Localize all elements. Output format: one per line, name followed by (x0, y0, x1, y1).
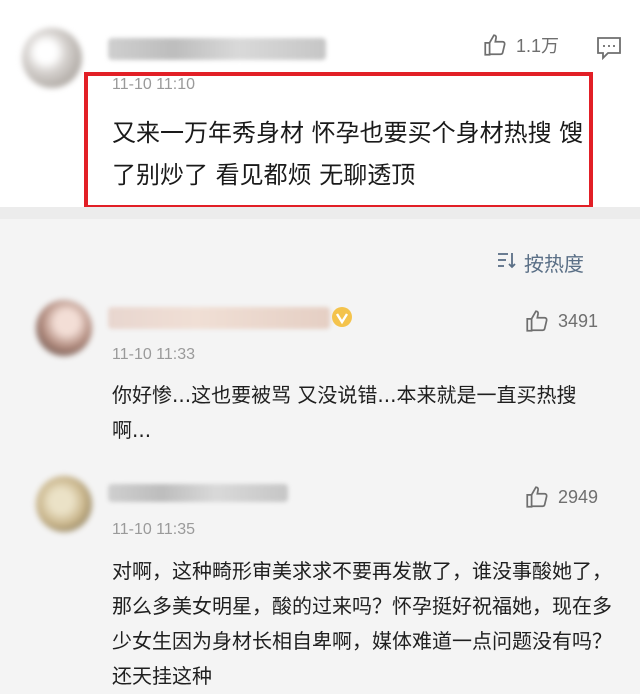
vip-badge-icon (330, 305, 354, 333)
like-button[interactable]: 3491 (524, 308, 598, 334)
comment-reply-icon[interactable] (596, 36, 622, 64)
like-count: 3491 (558, 310, 599, 331)
avatar[interactable] (36, 476, 92, 532)
thumbs-up-icon (524, 308, 550, 334)
username-blurred[interactable] (108, 38, 326, 60)
like-button[interactable]: 2949 (524, 484, 598, 510)
avatar[interactable] (22, 28, 82, 88)
comment-text: 你好惨...这也要被骂 又没说错...本来就是一直买热搜啊... (112, 383, 577, 442)
sort-by-hot-button[interactable]: 按热度 (496, 248, 584, 277)
thumbs-up-icon (524, 484, 550, 510)
featured-comment: 11-10 11:10 1.1万 又来一万年秀身材 怀孕也要买个身材热搜 馊了别… (0, 0, 640, 209)
section-divider (0, 207, 640, 219)
like-count: 2949 (558, 486, 599, 507)
like-count: 1.1万 (516, 36, 560, 56)
sort-label: 按热度 (524, 252, 584, 276)
comment-time: 11-10 11:33 (112, 346, 196, 363)
username-blurred[interactable] (108, 484, 288, 502)
thumbs-up-icon (482, 32, 508, 58)
comment-time: 11-10 11:35 (112, 521, 196, 538)
avatar[interactable] (36, 300, 92, 356)
sort-icon (496, 250, 518, 275)
username-blurred[interactable] (108, 307, 330, 329)
comment-text: 对啊，这种畸形审美求求不要再发散了，谁没事酸她了，那么多美女明星，酸的过来吗？怀… (112, 559, 612, 688)
like-button[interactable]: 1.1万 (482, 32, 559, 58)
highlight-box (84, 72, 593, 209)
